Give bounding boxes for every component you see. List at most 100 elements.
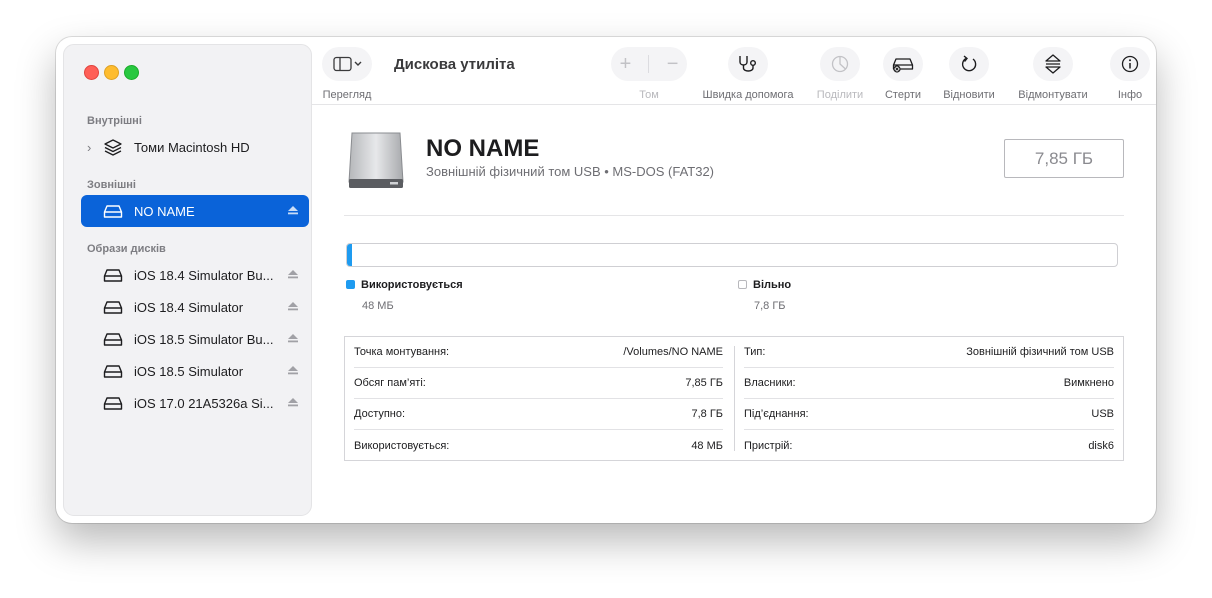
legend-free: Вільно 7,8 ГБ (738, 279, 791, 312)
partition-label: Поділити (816, 89, 864, 101)
info-value: 7,8 ГБ (691, 408, 723, 420)
info-label: Інфо (1117, 89, 1143, 101)
info-pill[interactable] (1110, 47, 1150, 81)
minus-icon[interactable]: − (667, 53, 679, 76)
used-label: Використовується (361, 279, 463, 291)
eject-icon[interactable] (287, 396, 299, 408)
volume-pill[interactable]: + − (611, 47, 687, 81)
info-value: 7,85 ГБ (685, 377, 723, 389)
disk-subtitle: Зовнішній фізичний том USB • MS-DOS (FAT… (426, 164, 715, 179)
zoom-window-button[interactable] (124, 65, 139, 80)
erase-label: Стерти (884, 89, 922, 101)
first-aid-pill[interactable] (728, 47, 768, 81)
info-key: Точка монтування: (354, 346, 450, 358)
sidebar: Внутрішні › Томи Macintosh HD Зовнішні N… (63, 44, 312, 516)
eject-icon[interactable] (287, 332, 299, 344)
info-icon (1121, 55, 1139, 73)
info-row: Пристрій: disk6 (744, 430, 1114, 461)
info-value: Зовнішній фізичний том USB (966, 346, 1114, 358)
info-table: Точка монтування: /Volumes/NO NAME Обсяг … (344, 336, 1124, 461)
view-button[interactable]: Перегляд (322, 47, 372, 101)
info-row: Під’єднання: USB (744, 399, 1114, 430)
legend-used: Використовується 48 МБ (346, 279, 463, 312)
sidebar-item-disk-image[interactable]: iOS 17.0 21A5326a Si... (81, 387, 309, 419)
info-value: disk6 (1088, 439, 1114, 452)
drive-icon (103, 301, 123, 314)
info-value: 48 МБ (691, 439, 723, 452)
disk-name: NO NAME (426, 135, 540, 162)
drive-icon (103, 205, 123, 218)
sidebar-section-external: Зовнішні (87, 179, 136, 191)
sidebar-item-label: iOS 18.5 Simulator Bu... (134, 331, 274, 347)
free-label: Вільно (753, 279, 792, 291)
eject-icon[interactable] (287, 268, 299, 280)
usage-bar (346, 243, 1118, 267)
drive-icon (103, 269, 123, 282)
info-column-divider (734, 346, 735, 451)
plus-icon[interactable]: + (620, 53, 632, 76)
pie-chart-icon (831, 55, 849, 73)
drive-icon (103, 365, 123, 378)
sidebar-item-label: iOS 17.0 21A5326a Si... (134, 395, 274, 411)
info-row: Точка монтування: /Volumes/NO NAME (354, 337, 723, 368)
info-key: Пристрій: (744, 439, 793, 452)
eject-icon[interactable] (287, 300, 299, 312)
layers-icon (104, 139, 122, 156)
sidebar-item-label: iOS 18.4 Simulator Bu... (134, 267, 274, 283)
sidebar-item-label: Томи Macintosh HD (134, 139, 250, 155)
external-drive-icon (348, 132, 404, 188)
free-swatch (738, 280, 747, 289)
erase-pill[interactable] (883, 47, 923, 81)
unmount-pill[interactable] (1033, 47, 1073, 81)
first-aid-label: Швидка допомога (702, 89, 794, 101)
close-window-button[interactable] (84, 65, 99, 80)
capacity-badge: 7,85 ГБ (1004, 139, 1124, 178)
drive-icon (103, 397, 123, 410)
info-row: Використовується: 48 МБ (354, 430, 723, 461)
info-value: USB (1091, 408, 1114, 420)
restore-pill[interactable] (949, 47, 989, 81)
restore-button[interactable]: Відновити (939, 47, 999, 101)
volume-label: Том (639, 89, 659, 101)
eject-icon[interactable] (287, 364, 299, 376)
view-pill[interactable] (322, 47, 372, 81)
info-button[interactable]: Інфо (1110, 47, 1150, 101)
first-aid-button[interactable]: Швидка допомога (698, 47, 798, 101)
sidebar-item-disk-image[interactable]: iOS 18.5 Simulator Bu... (81, 323, 309, 355)
partition-button[interactable]: Поділити (813, 47, 867, 101)
info-column-right: Тип: Зовнішній фізичний том USB Власники:… (744, 337, 1114, 460)
sidebar-item-label: NO NAME (134, 203, 195, 219)
header-divider (344, 215, 1124, 216)
volume-button[interactable]: + − Том (611, 47, 687, 101)
unmount-button[interactable]: Відмонтувати (1010, 47, 1096, 101)
sidebar-section-disk-images: Образи дисків (87, 243, 166, 255)
disk-utility-window: Внутрішні › Томи Macintosh HD Зовнішні N… (56, 37, 1156, 523)
used-swatch (346, 280, 355, 289)
sidebar-item-disk-image[interactable]: iOS 18.5 Simulator (81, 355, 309, 387)
sidebar-item-label: iOS 18.4 Simulator (134, 299, 244, 315)
info-value: /Volumes/NO NAME (623, 346, 723, 358)
erase-drive-icon (892, 58, 914, 73)
sidebar-item-macintosh-hd-volumes[interactable]: › Томи Macintosh HD (81, 131, 309, 163)
app-title: Дискова утиліта (394, 56, 515, 73)
chevron-right-icon[interactable]: › (87, 140, 91, 155)
sidebar-section-internal: Внутрішні (87, 115, 142, 127)
view-label: Перегляд (322, 89, 372, 101)
info-value: Вимкнено (1063, 377, 1114, 389)
toolbar-divider (312, 104, 1156, 105)
erase-button[interactable]: Стерти (878, 47, 928, 101)
sidebar-toggle-icon (333, 56, 362, 72)
info-row: Власники: Вимкнено (744, 368, 1114, 399)
restore-label: Відновити (943, 89, 995, 101)
info-column-left: Точка монтування: /Volumes/NO NAME Обсяг … (354, 337, 723, 460)
partition-pill[interactable] (820, 47, 860, 81)
info-row: Тип: Зовнішній фізичний том USB (744, 337, 1114, 368)
sidebar-item-disk-image[interactable]: iOS 18.4 Simulator (81, 291, 309, 323)
eject-icon[interactable] (287, 204, 299, 216)
info-key: Тип: (744, 346, 766, 358)
unmount-label: Відмонтувати (1018, 89, 1088, 101)
unmount-icon (1045, 54, 1061, 74)
minimize-window-button[interactable] (104, 65, 119, 80)
sidebar-item-no-name[interactable]: NO NAME (81, 195, 309, 227)
sidebar-item-disk-image[interactable]: iOS 18.4 Simulator Bu... (81, 259, 309, 291)
